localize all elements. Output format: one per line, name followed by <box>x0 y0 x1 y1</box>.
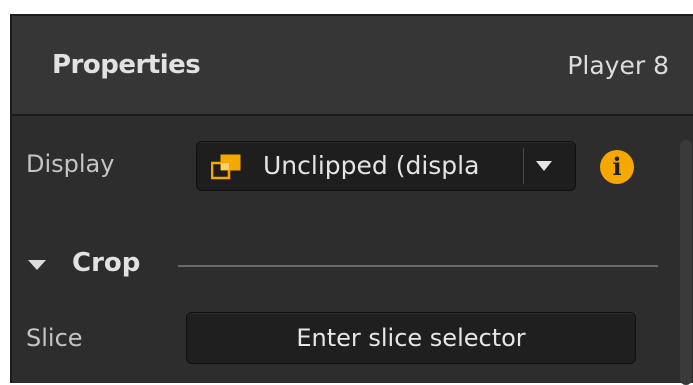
display-label: Display <box>26 150 115 178</box>
info-icon[interactable]: i <box>600 150 634 184</box>
panel-title: Properties <box>52 50 201 80</box>
section-divider <box>178 265 658 267</box>
panel-header: Properties Player 8 <box>12 16 693 116</box>
enter-slice-selector-button[interactable]: Enter slice selector <box>186 312 636 364</box>
crop-section-title: Crop <box>72 248 141 278</box>
dropdown-divider <box>523 148 524 184</box>
properties-panel: Properties Player 8 Display Unclipped (d… <box>10 14 693 385</box>
clip-overlap-icon <box>210 154 241 180</box>
crop-section-header[interactable]: Crop <box>12 246 672 286</box>
player-name: Player 8 <box>567 51 669 80</box>
display-selected-value: Unclipped (displa <box>263 151 480 180</box>
display-dropdown[interactable]: Unclipped (displa <box>196 141 576 191</box>
slice-label: Slice <box>26 324 83 352</box>
chevron-down-icon[interactable] <box>536 161 552 171</box>
collapse-triangle-icon[interactable] <box>28 260 46 270</box>
scrollbar[interactable] <box>680 140 692 385</box>
